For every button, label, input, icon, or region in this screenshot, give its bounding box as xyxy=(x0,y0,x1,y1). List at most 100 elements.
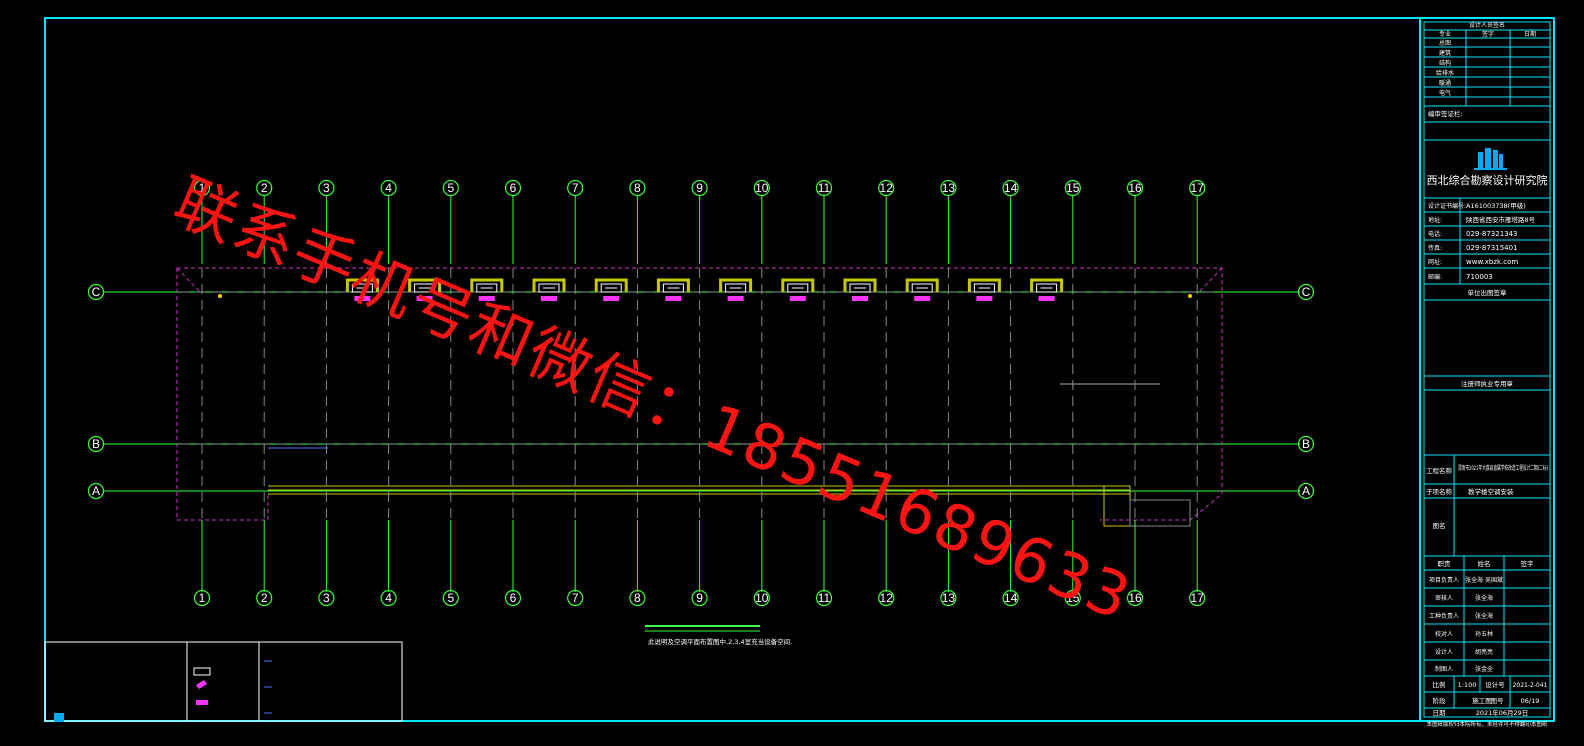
marker-dot xyxy=(218,294,222,298)
row-axis-label: C xyxy=(92,285,101,299)
design-no-value: 2021-2-041 xyxy=(1513,682,1548,689)
ac-unit xyxy=(905,278,939,301)
info-value: www.xbzk.com xyxy=(1466,258,1518,266)
review-section: 单位出图签章 xyxy=(1468,288,1508,297)
discipline-row: 总图 xyxy=(1439,39,1451,47)
row-axis-label: A xyxy=(1302,484,1310,498)
staff-col-name: 姓名 xyxy=(1478,559,1491,568)
date-label: 日期 xyxy=(1433,709,1447,717)
staff-role: 工种负责人 xyxy=(1429,612,1459,620)
corridor-lines xyxy=(268,485,1191,527)
discipline-row: 电气 xyxy=(1439,89,1451,97)
column-axis-label: 6 xyxy=(510,591,517,605)
ac-unit xyxy=(967,278,1001,301)
column-axis-label: 14 xyxy=(1004,181,1018,195)
staff-name: 张全海 xyxy=(1475,594,1493,602)
staff-role: 制图人 xyxy=(1435,665,1453,673)
column-axis-label: 12 xyxy=(880,181,894,195)
info-value: 029-87315401 xyxy=(1466,244,1518,252)
info-value: A161003738(甲级) xyxy=(1466,201,1526,210)
info-key: 设计证书编号: xyxy=(1428,202,1466,210)
column-axis-label: 8 xyxy=(634,591,641,605)
staff-role: 审核人 xyxy=(1435,594,1453,602)
info-key: 邮编: xyxy=(1428,273,1442,281)
plan-note: 此说明及空调平面布置图中,2,3,4室充当设备空间. xyxy=(648,637,792,646)
column-axis-label: 11 xyxy=(818,591,831,605)
column-axis-label: 13 xyxy=(942,181,956,195)
column-axis-label: 7 xyxy=(572,591,579,605)
row-axis-label: A xyxy=(92,484,100,498)
staff-name: 张全海 xyxy=(1475,612,1493,620)
column-axis-label: 10 xyxy=(755,181,769,195)
staff-name: 胡亮亮 xyxy=(1475,648,1493,656)
footer-note: 本图纸版权归本院所有，未经许可不得翻印本图纸 xyxy=(1426,720,1548,728)
ac-unit xyxy=(781,278,815,301)
sheet-value: 06/19 xyxy=(1521,697,1540,705)
column-axis-label: 16 xyxy=(1128,591,1142,605)
column-axis-label: 14 xyxy=(1004,591,1018,605)
column-axis-label: 4 xyxy=(385,181,392,195)
row-axis-labels: C C B B A A xyxy=(87,283,1315,500)
item-label: 子项名称 xyxy=(1426,487,1453,496)
column-axis-label: 6 xyxy=(510,181,517,195)
cad-drawing: 1122334455667788991010111112121313141415… xyxy=(44,17,1555,728)
info-key: 地址: xyxy=(1428,216,1442,224)
discipline-row: 结构 xyxy=(1439,59,1451,67)
ac-unit xyxy=(1030,278,1064,301)
ac-unit xyxy=(594,278,628,301)
legend-unit-icon xyxy=(196,700,208,705)
outer-frame xyxy=(44,17,1555,722)
discipline-row: 给排水 xyxy=(1436,69,1454,77)
staff-name: 张金全 xyxy=(1475,665,1493,673)
discipline-row: 建筑 xyxy=(1439,49,1451,57)
column-axis-label: 5 xyxy=(447,591,454,605)
project-label: 工程名称 xyxy=(1426,466,1453,475)
column-axis-label: 2 xyxy=(261,181,268,195)
column-axis-label: 1 xyxy=(199,181,206,195)
column-axis-lines xyxy=(201,196,1198,592)
drawing-label: 图名 xyxy=(1433,521,1446,530)
info-value: 710003 xyxy=(1466,273,1493,281)
info-value: 029-87321343 xyxy=(1466,230,1518,238)
column-axis-label: 9 xyxy=(696,181,703,195)
column-axis-label: 12 xyxy=(880,591,894,605)
info-key: 电话: xyxy=(1428,230,1442,238)
ac-unit xyxy=(532,278,566,301)
institute-name: 西北综合勘察设计研究院 xyxy=(1427,173,1548,187)
marker-dot xyxy=(1188,294,1192,298)
discipline-row: 暖通 xyxy=(1439,79,1451,87)
sig-col-signature: 签字 xyxy=(1482,30,1494,38)
ac-unit xyxy=(408,278,442,301)
signature-header: 设计人员签名 xyxy=(1469,21,1505,29)
info-value: 陕西省西安市雁塔路8号 xyxy=(1466,215,1536,224)
item-name: 教学楼空调安装 xyxy=(1468,487,1514,496)
ac-unit xyxy=(843,278,877,301)
column-axis-label: 10 xyxy=(755,591,769,605)
staff-name: 孙五林 xyxy=(1475,630,1493,638)
date-value: 2021年06月29日 xyxy=(1476,708,1529,717)
staff-name: 张全海 吴国斌 xyxy=(1465,576,1503,584)
column-axis-label: 17 xyxy=(1191,591,1205,605)
column-axis-label: 15 xyxy=(1066,181,1080,195)
column-axis-label: 13 xyxy=(942,591,956,605)
ac-unit xyxy=(345,278,379,301)
stage-value: 施工图 xyxy=(1472,696,1492,705)
stage-label: 阶段 xyxy=(1433,696,1447,705)
column-axis-label: 15 xyxy=(1066,591,1080,605)
info-key: 网址: xyxy=(1428,258,1442,266)
scale-value: 1:100 xyxy=(1458,681,1477,689)
row-axis-lines xyxy=(104,291,1300,492)
sig-col-date: 日期 xyxy=(1524,30,1536,38)
column-axis-label: 5 xyxy=(447,181,454,195)
column-axis-label: 16 xyxy=(1128,181,1142,195)
legend-box xyxy=(44,641,403,722)
staff-col-role: 职责 xyxy=(1438,559,1452,568)
ac-units xyxy=(345,278,1064,301)
column-axis-label: 2 xyxy=(261,591,268,605)
staff-col-sign: 签字 xyxy=(1521,559,1535,568)
column-axis-label: 1 xyxy=(199,591,206,605)
legend-ac-icon xyxy=(193,667,211,676)
row-axis-label: B xyxy=(92,437,100,451)
design-no-label: 设计号 xyxy=(1485,680,1505,689)
project-name: 渭南市2021年大荔县直属学校改造工程设计二期(二标) xyxy=(1458,464,1548,472)
